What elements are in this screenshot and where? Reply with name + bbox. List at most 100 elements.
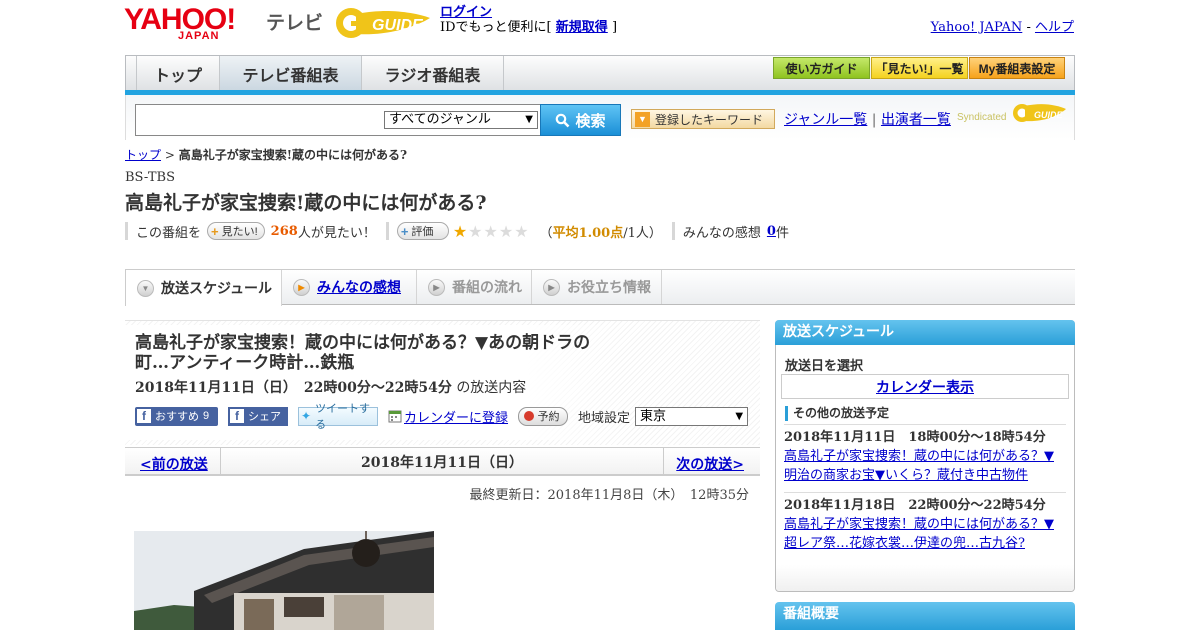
search-button[interactable]: 検索 xyxy=(540,104,621,136)
registered-keyword-button[interactable]: ▼ 登録したキーワード xyxy=(631,109,775,129)
gguide-small-logo-text: GUIDE xyxy=(1034,110,1064,120)
sidebar-overview-title: 番組概要 xyxy=(775,602,1075,630)
episode-title: 高島礼子が家宝捜索！蔵の中には何がある？▼あの朝ドラの町…アンティーク時計…鉄瓶 xyxy=(135,333,591,373)
rate-button[interactable]: + 評価 xyxy=(396,222,449,240)
tweet-label: ツイートする xyxy=(315,403,371,431)
star-icon: ★ xyxy=(468,221,484,241)
genre-select-value: すべてのジャンル xyxy=(389,112,491,127)
nav-tab-radio[interactable]: ラジオ番組表 xyxy=(362,56,504,92)
breadcrumb-current: 高島礼子が家宝捜索!蔵の中には何がある? xyxy=(178,148,408,162)
tv-logo-text[interactable]: テレビ xyxy=(266,8,323,35)
gguide-small-logo: GUIDE xyxy=(1013,104,1066,122)
facebook-recommend-label: おすすめ xyxy=(155,411,199,423)
want-list-button[interactable]: 「見たい!」一覧 xyxy=(871,57,968,79)
region-select[interactable]: 東京 ▼ xyxy=(635,406,749,426)
rating-row: この番組を + 見たい! 268 人が見たい！ + 評価 ★★★★★ （ 平均1… xyxy=(125,220,789,242)
content-tabs: ▼ 放送スケジュール ▶ みんなの感想 ▶ 番組の流れ ▶ お役立ち情報 xyxy=(125,270,1075,306)
twitter-bird-icon: ✦ xyxy=(301,409,312,423)
facebook-recommend-button[interactable]: f おすすめ 9 xyxy=(135,406,218,426)
schedule-entry-link[interactable]: 高島礼子が家宝捜索！蔵の中には何がある？▼ xyxy=(784,447,1066,466)
facebook-icon: f xyxy=(230,409,244,423)
divider xyxy=(784,424,1066,425)
want-suffix: 人が見たい！ xyxy=(297,225,376,241)
avg-open: （ xyxy=(539,225,553,241)
comments-label: みんなの感想 xyxy=(682,225,761,241)
search-links-divider: | xyxy=(871,112,877,128)
nav-tab-top[interactable]: トップ xyxy=(136,56,220,92)
schedule-entry: 2018年11月11日 18時00分～18時54分 高島礼子が家宝捜索！蔵の中に… xyxy=(784,428,1066,485)
star-icon: ★ xyxy=(483,221,499,241)
login-box: ログイン IDでもっと便利に[ 新規取得 ] xyxy=(440,5,617,35)
episode-datetime-suffix: の放送内容 xyxy=(456,380,527,396)
schedule-entry-link[interactable]: 明治の商家お宝▼いくら？蔵付き中古物件 xyxy=(784,466,1066,485)
chevron-down-icon: ▼ xyxy=(525,114,533,125)
select-date-label: 放送日を選択 xyxy=(785,359,864,374)
header-links: Yahoo! JAPAN - ヘルプ xyxy=(931,16,1074,35)
broadcast-pager: <前の放送 2018年11月11日（日） 次の放送> xyxy=(125,447,760,476)
chevron-down-icon: ▼ xyxy=(137,279,154,297)
header-separator: - xyxy=(1026,20,1031,35)
calendar-add-label: カレンダーに登録 xyxy=(404,410,509,426)
gguide-logo[interactable]: GUIDE xyxy=(334,6,434,40)
register-link[interactable]: 新規取得 xyxy=(556,20,608,35)
tab-impressions[interactable]: ▶ みんなの感想 xyxy=(282,270,417,304)
record-icon xyxy=(523,411,534,421)
calendar-display-button[interactable]: カレンダー表示 xyxy=(781,374,1069,399)
yahoo-japan-link[interactable]: Yahoo! JAPAN xyxy=(931,20,1023,35)
star-rating: ★★★★★ xyxy=(453,222,530,241)
want-prefix: この番組を xyxy=(136,225,202,241)
facebook-recommend-count: 9 xyxy=(203,410,210,422)
prev-broadcast-link[interactable]: <前の放送 xyxy=(140,454,208,474)
other-broadcasts-label: その他の放送予定 xyxy=(785,406,889,421)
registered-keyword-label: 登録したキーワード xyxy=(655,112,764,127)
episode-airtime: 2018年11月11日（日） 22時00分～22時54分 の放送内容 xyxy=(135,377,526,397)
genre-list-link[interactable]: ジャンル一覧 xyxy=(784,112,867,128)
star-icon: ★ xyxy=(514,221,530,241)
search-icon xyxy=(556,113,570,127)
dropdown-arrow-icon: ▼ xyxy=(635,111,650,127)
calendar-icon xyxy=(388,410,402,423)
guide-button[interactable]: 使い方ガイド xyxy=(773,57,870,79)
play-arrow-icon: ▶ xyxy=(428,278,445,296)
last-updated: 最終更新日：2018年11月8日（木） 12時35分 xyxy=(469,488,749,503)
help-link[interactable]: ヘルプ xyxy=(1035,20,1074,35)
yahoo-japan-logo-sub: JAPAN xyxy=(178,30,220,42)
tab-schedule-label: 放送スケジュール xyxy=(161,280,273,296)
breadcrumb: トップ > 高島礼子が家宝捜索!蔵の中には何がある? xyxy=(125,146,407,163)
search-links: ジャンル一覧 | 出演者一覧 xyxy=(784,109,951,129)
schedule-entry-link[interactable]: 高島礼子が家宝捜索！蔵の中には何がある？▼ xyxy=(784,515,1066,534)
login-text: IDでもっと便利に[ xyxy=(440,20,552,35)
plus-icon: + xyxy=(211,223,219,239)
episode-datetime: 2018年11月11日（日） 22時00分～22時54分 xyxy=(135,380,452,396)
my-schedule-button[interactable]: My番組表設定 xyxy=(969,57,1065,79)
performer-list-link[interactable]: 出演者一覧 xyxy=(881,112,951,128)
social-actions: f おすすめ 9 f シェア ✦ ツイートする カレンダーに登録 予約 地域設定… xyxy=(135,403,749,431)
avg-rating: 平均1.00点 xyxy=(552,225,624,241)
play-arrow-icon: ▶ xyxy=(543,278,560,296)
region-label: 地域設定 xyxy=(578,410,631,426)
facebook-share-button[interactable]: f シェア xyxy=(228,406,288,426)
tweet-button[interactable]: ✦ ツイートする xyxy=(298,403,378,431)
main-nav: トップ テレビ番組表 ラジオ番組表 使い方ガイド 「見たい!」一覧 My番組表設… xyxy=(125,55,1075,93)
reserve-button[interactable]: 予約 xyxy=(518,406,569,426)
calendar-display-label: カレンダー表示 xyxy=(876,379,974,396)
tab-schedule[interactable]: ▼ 放送スケジュール xyxy=(125,270,282,306)
region-select-value: 東京 xyxy=(640,408,667,424)
reserve-label: 予約 xyxy=(537,411,560,423)
breadcrumb-top-link[interactable]: トップ xyxy=(125,148,161,162)
star-icon: ★ xyxy=(452,221,469,241)
want-button[interactable]: + 見たい! xyxy=(207,222,265,240)
schedule-entry-link[interactable]: 超レア祭…花嫁衣裳…伊達の兜…古九谷? xyxy=(784,534,1066,553)
rate-button-label: 評価 xyxy=(411,226,434,238)
genre-select[interactable]: すべてのジャンル ▼ xyxy=(384,111,538,129)
calendar-add-link[interactable]: カレンダーに登録 xyxy=(388,407,508,426)
search-button-label: 検索 xyxy=(575,112,606,130)
schedule-entry-time: 2018年11月18日 22時00分～22時54分 xyxy=(784,498,1046,513)
nav-tab-tv[interactable]: テレビ番組表 xyxy=(220,56,362,92)
next-broadcast-link[interactable]: 次の放送> xyxy=(676,454,744,474)
avg-people: /1人） xyxy=(623,225,662,241)
comments-count-link[interactable]: 0 xyxy=(767,224,776,239)
divider xyxy=(671,222,675,240)
breadcrumb-separator: > xyxy=(164,148,175,162)
login-link[interactable]: ログイン xyxy=(440,5,492,20)
